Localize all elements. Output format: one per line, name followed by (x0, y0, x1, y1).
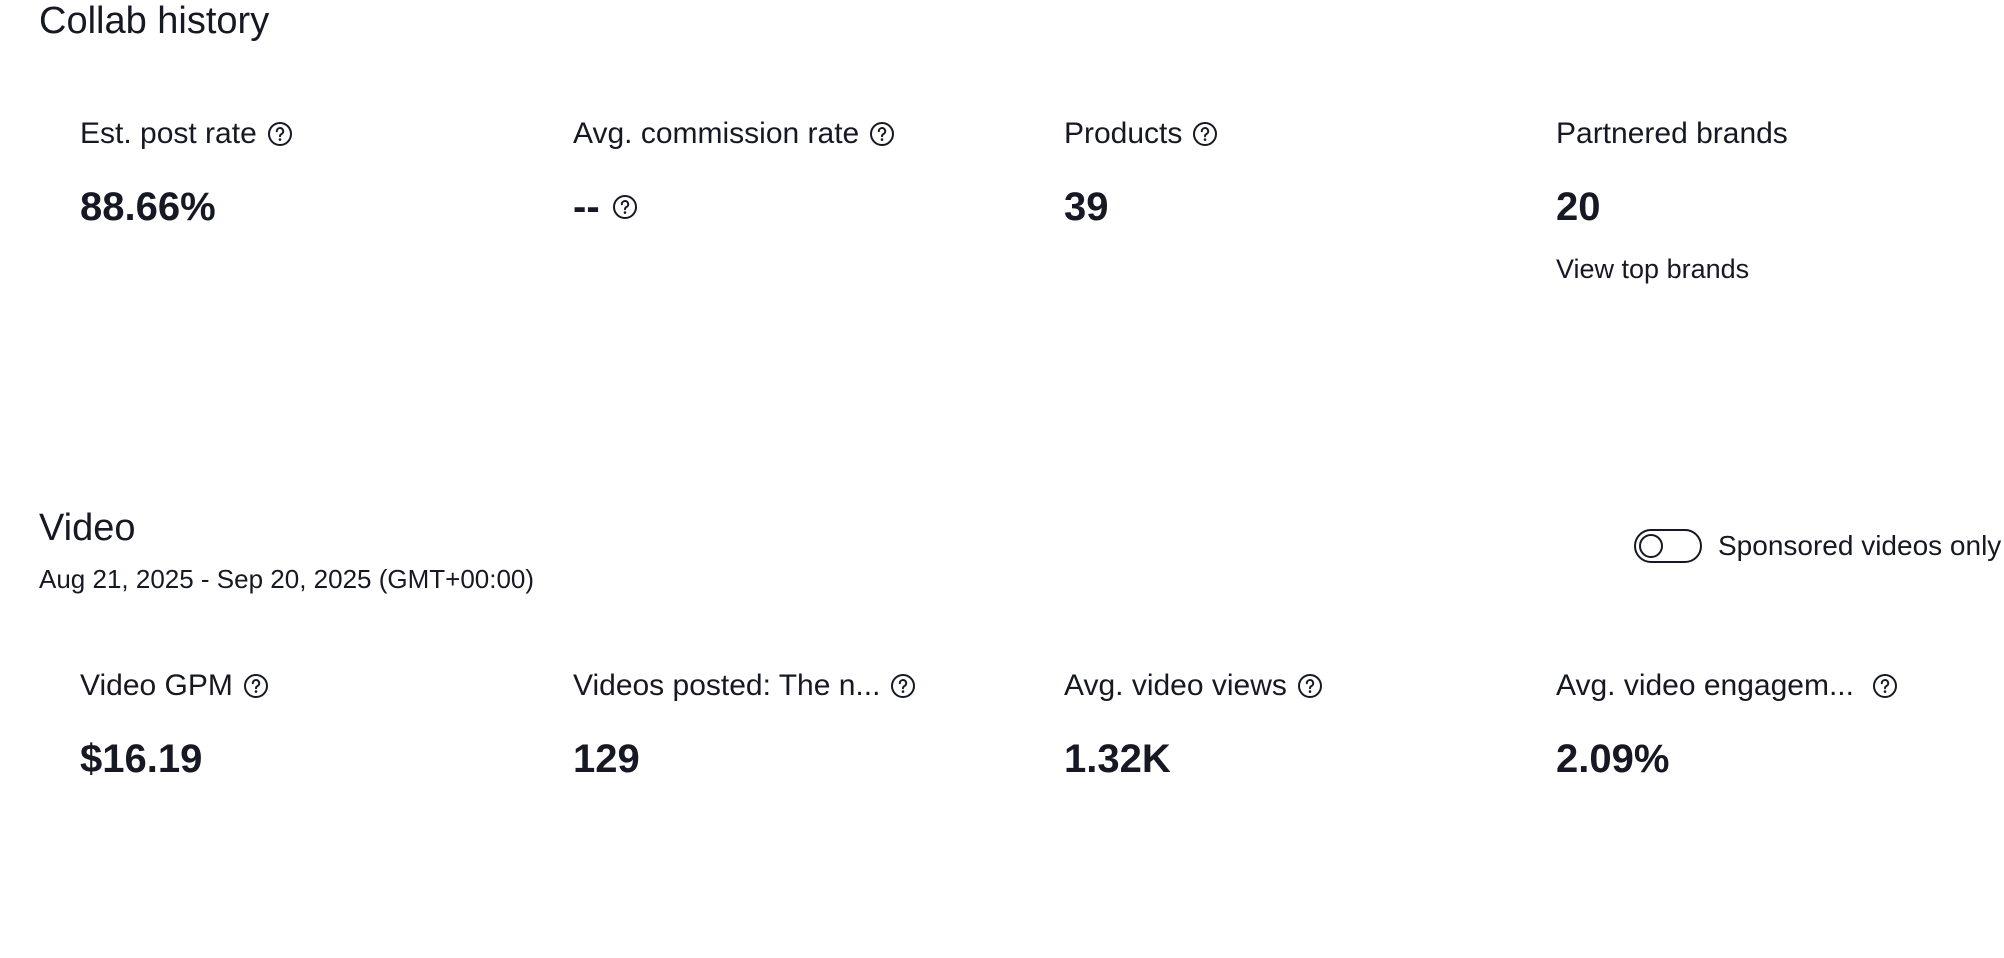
help-icon[interactable] (1872, 673, 1898, 699)
help-icon[interactable] (869, 121, 895, 147)
metric-avg-video-engagement: Avg. video engagem... 2.09% (1556, 666, 1976, 784)
help-icon[interactable] (612, 194, 638, 220)
metric-value: 88.66% (80, 184, 216, 229)
metric-value: -- (573, 184, 600, 229)
metric-label: Products (1064, 117, 1183, 150)
metric-label-row: Partnered brands (1556, 114, 2004, 154)
metric-label-row: Products (1064, 114, 1524, 154)
collab-history-title: Collab history (39, 0, 270, 42)
metric-value: 129 (573, 736, 640, 781)
metric-value: 20 (1556, 184, 1601, 229)
metric-video-gpm: Video GPM $16.19 (80, 666, 540, 784)
help-icon[interactable] (243, 673, 269, 699)
metric-label: Avg. commission rate (573, 117, 860, 150)
metric-label: Partnered brands (1556, 117, 1788, 150)
video-title: Video (39, 507, 136, 549)
metric-label-row: Avg. video engagem... (1556, 666, 1976, 706)
metric-label: Avg. video engagem... (1556, 669, 1854, 702)
metric-videos-posted: Videos posted: The n... 129 (573, 666, 1033, 784)
metric-label: Video GPM (80, 669, 233, 702)
metric-label-row: Est. post rate (80, 114, 540, 154)
metric-label: Est. post rate (80, 117, 257, 150)
metric-label: Videos posted: The n... (573, 669, 881, 702)
help-icon[interactable] (1297, 673, 1323, 699)
toggle-knob (1639, 534, 1663, 558)
metric-label-row: Video GPM (80, 666, 540, 706)
metric-label-row: Videos posted: The n... (573, 666, 1033, 706)
sponsored-videos-label: Sponsored videos only (1718, 530, 2002, 561)
sponsored-videos-toggle-row: Sponsored videos only (1634, 529, 2001, 563)
metric-partnered-brands: Partnered brands 20 View top brands (1556, 114, 2004, 285)
metric-avg-commission-rate: Avg. commission rate -- (573, 114, 1033, 232)
metric-value-row: -- (573, 182, 1033, 232)
help-icon[interactable] (1192, 121, 1218, 147)
metric-value: 39 (1064, 184, 1109, 229)
metric-products: Products 39 (1064, 114, 1524, 232)
date-range: Aug 21, 2025 - Sep 20, 2025 (GMT+00:00) (39, 564, 535, 594)
metric-label: Avg. video views (1064, 669, 1287, 702)
metric-avg-video-views: Avg. video views 1.32K (1064, 666, 1524, 784)
metric-est-post-rate: Est. post rate 88.66% (80, 114, 540, 232)
help-icon[interactable] (267, 121, 293, 147)
metric-value: $16.19 (80, 736, 203, 781)
help-icon[interactable] (890, 673, 916, 699)
metric-label-row: Avg. commission rate (573, 114, 1033, 154)
sponsored-videos-toggle[interactable] (1634, 529, 1702, 563)
metric-value: 2.09% (1556, 736, 1670, 781)
metric-value: 1.32K (1064, 736, 1171, 781)
metric-label-row: Avg. video views (1064, 666, 1524, 706)
view-top-brands-link[interactable]: View top brands (1556, 254, 2004, 285)
